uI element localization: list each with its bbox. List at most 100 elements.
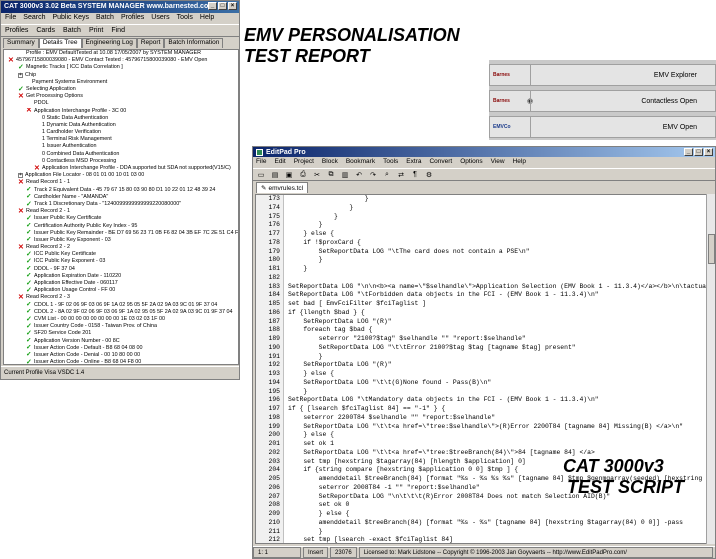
minimize-button[interactable]: _: [684, 148, 693, 156]
menu-item[interactable]: Tools: [383, 158, 398, 167]
undo-icon[interactable]: ↶: [354, 171, 364, 179]
card-entry[interactable]: EMVCo EMV Open: [489, 116, 716, 138]
tree-item[interactable]: ✓ CDOL 1 - 9F 02 06 9F 03 06 9F 1A 02 95 …: [4, 302, 238, 309]
menu-item[interactable]: Options: [460, 158, 482, 167]
expand-box-icon[interactable]: +: [18, 72, 23, 78]
menu-item[interactable]: File: [5, 14, 16, 23]
maximize-button[interactable]: □: [218, 2, 227, 10]
menu-item[interactable]: Profiles: [121, 14, 144, 23]
menu-item[interactable]: Convert: [429, 158, 452, 167]
tree-item[interactable]: ✓ Application Effective Date - 060117: [4, 280, 238, 287]
tree-item[interactable]: 1 Cardholder Verification: [4, 129, 238, 136]
tab[interactable]: Details Tree: [38, 38, 82, 48]
tree-item[interactable]: ✕ 45796715800039080 - EMV Contact Tested …: [4, 57, 238, 64]
toolbar-button[interactable]: Profiles: [5, 27, 28, 34]
tree-item[interactable]: ✓ Cardholder Name - "AMANDA": [4, 194, 238, 201]
tree-item[interactable]: ✓ SF20 Service Code 201: [4, 330, 238, 337]
tree-item[interactable]: ✓ Issuer Public Key Certificate: [4, 215, 238, 222]
tab[interactable]: Report: [136, 38, 165, 48]
menu-item[interactable]: Search: [23, 14, 45, 23]
tree-item[interactable]: ✓ Issuer Country Code - 0158 - Taiwan Pro…: [4, 323, 238, 330]
print-icon[interactable]: ⎙: [298, 171, 308, 178]
tree-item[interactable]: + Chip: [4, 72, 238, 79]
menu-item[interactable]: Help: [513, 158, 526, 167]
tree-item[interactable]: 0 Contactless MSD Processing: [4, 158, 238, 165]
tree-item[interactable]: 0 Combined Data Authentication: [4, 151, 238, 158]
minimize-button[interactable]: _: [208, 2, 217, 10]
maximize-button[interactable]: □: [694, 148, 703, 156]
menu-item[interactable]: Users: [151, 14, 169, 23]
paste-icon[interactable]: ▥: [340, 171, 350, 179]
tree-item[interactable]: ✓ Magnetic Tracks [ ICC Data Correlation …: [4, 64, 238, 71]
tree-item[interactable]: ✓ Application Usage Control - FF 00: [4, 287, 238, 294]
close-button[interactable]: ×: [704, 148, 713, 156]
menu-item[interactable]: Project: [294, 158, 314, 167]
tree-item[interactable]: ✓ Issuer Public Key Exponent - 03: [4, 237, 238, 244]
tree-item[interactable]: ✕ Read Record 2 - 1: [4, 208, 238, 215]
tree-item[interactable]: ✓ CVM List - 00 00 00 00 00 00 00 00 1E 0…: [4, 316, 238, 323]
tree-item[interactable]: 1 Issuer Authentication: [4, 143, 238, 150]
tree-item[interactable]: PDOL: [4, 100, 238, 107]
tree-item[interactable]: ✕ Read Record 1 - 1: [4, 179, 238, 186]
tree-item[interactable]: ✓ Application Expiration Date - 110220: [4, 273, 238, 280]
tree-item[interactable]: Payment Systems Environment: [4, 79, 238, 86]
tree-item[interactable]: ✕ Get Processing Options: [4, 93, 238, 100]
tree-item[interactable]: ✕ Application Interchange Profile - DDA s…: [4, 165, 238, 172]
menu-item[interactable]: Tools: [177, 14, 193, 23]
vertical-scrollbar[interactable]: [706, 194, 715, 544]
tree-item[interactable]: 1 Terminal Risk Management: [4, 136, 238, 143]
toolbar-button[interactable]: Find: [111, 27, 125, 34]
menu-item[interactable]: Extra: [406, 158, 421, 167]
file-tab-emvrules[interactable]: ✎ emvrules.tcl: [256, 182, 309, 193]
tree-item[interactable]: ✓ ICC Public Key Exponent - 03: [4, 258, 238, 265]
replace-icon[interactable]: ⇄: [396, 171, 406, 179]
menu-item[interactable]: Batch: [96, 14, 114, 23]
save-icon[interactable]: ▣: [284, 171, 294, 179]
tree-item[interactable]: 0 Static Data Authentication: [4, 115, 238, 122]
tree-item[interactable]: ✓ CDOL 2 - 8A 02 9F 02 06 9F 03 06 9F 1A …: [4, 309, 238, 316]
expand-box-icon[interactable]: +: [18, 173, 23, 179]
menu-item[interactable]: View: [491, 158, 505, 167]
search-icon[interactable]: ⌕: [382, 171, 392, 178]
tree-item[interactable]: ✓ Issuer Public Key Remainder - BE D7 69 …: [4, 230, 238, 237]
tree-item[interactable]: Profile : EMV DefaultTested at 10.08 17/…: [4, 50, 238, 57]
tree-item[interactable]: ✓ Issuer Action Code - Online - B8 68 04 …: [4, 359, 238, 364]
settings-icon[interactable]: ⚙: [424, 171, 434, 179]
tree-item[interactable]: ✓ Certification Authority Public Key Inde…: [4, 223, 238, 230]
tree-item[interactable]: ✓ DDOL - 9F 37 04: [4, 266, 238, 273]
toolbar-button[interactable]: Cards: [36, 27, 55, 34]
card-entry[interactable]: Barnes ◉ Contactless Open: [489, 90, 716, 112]
tab[interactable]: Engineering Log: [81, 38, 137, 48]
scrollbar-thumb[interactable]: [708, 234, 715, 264]
close-button[interactable]: ×: [228, 2, 237, 10]
tree-item[interactable]: ✓ Track 2 Equivalent Data - 45 79 67 15 8…: [4, 187, 238, 194]
menu-item[interactable]: Bookmark: [346, 158, 375, 167]
tree-item[interactable]: ✓ Issuer Action Code - Denial - 00 10 80 …: [4, 352, 238, 359]
toolbar-button[interactable]: Batch: [63, 27, 81, 34]
tree-item[interactable]: ✕ Read Record 2 - 3: [4, 294, 238, 301]
copy-icon[interactable]: ⧉: [326, 171, 336, 178]
redo-icon[interactable]: ↷: [368, 171, 378, 179]
tree-item[interactable]: + Application File Locator - 08 01 01 00 …: [4, 172, 238, 179]
tree-item[interactable]: ✓ Selecting Application: [4, 86, 238, 93]
tree-item[interactable]: 1 Dynamic Data Authentication: [4, 122, 238, 129]
tree-item[interactable]: ✕ Application Interchange Profile - 3C 00: [4, 108, 238, 115]
new-file-icon[interactable]: ▭: [256, 171, 266, 179]
wordwrap-icon[interactable]: ¶: [410, 171, 420, 178]
cut-icon[interactable]: ✂: [312, 171, 322, 179]
tree-item[interactable]: ✓ Issuer Action Code - Default - B8 68 04…: [4, 345, 238, 352]
toolbar-button[interactable]: Print: [89, 27, 103, 34]
menu-item[interactable]: File: [256, 158, 266, 167]
menu-item[interactable]: Help: [200, 14, 214, 23]
menu-item[interactable]: Edit: [274, 158, 285, 167]
menu-item[interactable]: Public Keys: [52, 14, 89, 23]
tree-item[interactable]: ✓ Track 1 Discretionary Data - "124009999…: [4, 201, 238, 208]
open-file-icon[interactable]: ▤: [270, 171, 280, 179]
menu-item[interactable]: Block: [322, 158, 338, 167]
tree-item[interactable]: ✓ ICC Public Key Certificate: [4, 251, 238, 258]
tab[interactable]: Summary: [3, 38, 39, 48]
tree-item[interactable]: ✓ Application Version Number - 00 8C: [4, 338, 238, 345]
tab[interactable]: Batch Information: [164, 38, 224, 48]
card-entry[interactable]: Barnes EMV Explorer: [489, 64, 716, 86]
tree-item[interactable]: ✕ Read Record 2 - 2: [4, 244, 238, 251]
